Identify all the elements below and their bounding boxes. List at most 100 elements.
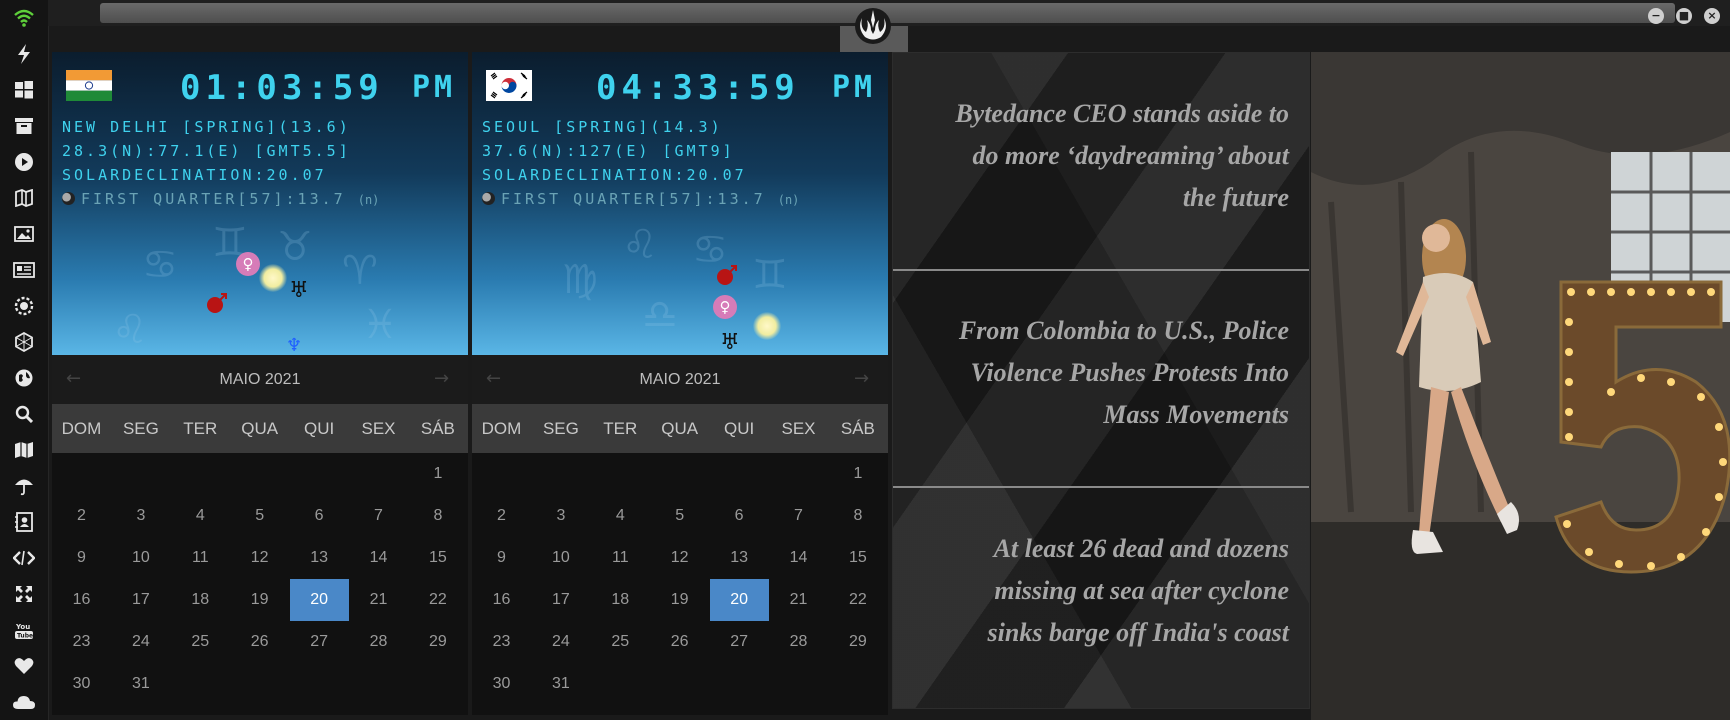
calendar-day[interactable]: 15 <box>828 537 887 579</box>
calendar-day[interactable]: 24 <box>531 621 590 663</box>
calendar-day[interactable]: 11 <box>591 537 650 579</box>
calendar-day[interactable]: 3 <box>111 495 170 537</box>
calendar-day[interactable]: 1 <box>408 453 467 495</box>
calendar-day[interactable]: 23 <box>52 621 111 663</box>
calendar-day[interactable]: 17 <box>531 579 590 621</box>
calendar-day[interactable]: 27 <box>290 621 349 663</box>
umbrella-icon[interactable] <box>0 468 48 504</box>
featured-photo[interactable] <box>1311 52 1730 720</box>
calendar-day[interactable]: 6 <box>290 495 349 537</box>
calendar-day[interactable]: 30 <box>472 663 531 705</box>
next-month-button[interactable]: → <box>434 368 449 389</box>
calendar-day[interactable]: 27 <box>710 621 769 663</box>
next-month-button[interactable]: → <box>854 368 869 389</box>
heart-icon[interactable] <box>0 648 48 684</box>
calendar-day[interactable]: 29 <box>408 621 467 663</box>
calendar-day[interactable]: 13 <box>710 537 769 579</box>
moon-phase-suffix: (n) <box>357 193 380 207</box>
calendar-day[interactable]: 9 <box>52 537 111 579</box>
archive-icon[interactable] <box>0 108 48 144</box>
calendar-day[interactable]: 25 <box>591 621 650 663</box>
calendar-day[interactable]: 5 <box>230 495 289 537</box>
calendar-day[interactable]: 9 <box>472 537 531 579</box>
calendar-day[interactable]: 10 <box>111 537 170 579</box>
calendar-day[interactable]: 14 <box>349 537 408 579</box>
minimize-button[interactable]: − <box>1648 8 1664 24</box>
calendar-day[interactable]: 21 <box>349 579 408 621</box>
calendar-day-selected[interactable]: 20 <box>709 579 769 621</box>
cloud-icon[interactable] <box>0 684 48 720</box>
expand-icon[interactable] <box>0 576 48 612</box>
maximize-button[interactable]: ■ <box>1676 8 1692 24</box>
calendar-day[interactable]: 7 <box>349 495 408 537</box>
hexagon-icon[interactable] <box>0 324 48 360</box>
close-button[interactable]: × <box>1704 8 1720 24</box>
calendar-day[interactable]: 31 <box>531 663 590 705</box>
wifi-icon[interactable] <box>0 0 48 36</box>
calendar-day[interactable]: 21 <box>769 579 828 621</box>
code-icon[interactable] <box>0 540 48 576</box>
calendar-day[interactable]: 22 <box>828 579 887 621</box>
calendar-day[interactable]: 15 <box>408 537 467 579</box>
calendar-day[interactable]: 8 <box>828 495 887 537</box>
calendar-day[interactable]: 19 <box>650 579 709 621</box>
zodiac-libra-icon: ♎ <box>642 292 678 338</box>
calendar-day[interactable]: 12 <box>230 537 289 579</box>
calendar-day[interactable]: 12 <box>650 537 709 579</box>
calendar-day[interactable]: 2 <box>52 495 111 537</box>
neptune-marker: ♆ <box>286 335 303 355</box>
calendar-day[interactable]: 10 <box>531 537 590 579</box>
calendar-day[interactable]: 5 <box>650 495 709 537</box>
news-icon[interactable] <box>0 252 48 288</box>
calendar-day[interactable]: 26 <box>230 621 289 663</box>
calendar-day[interactable]: 4 <box>591 495 650 537</box>
maps-book-icon[interactable] <box>0 180 48 216</box>
moon-phase-icon <box>62 192 75 205</box>
calendar-day[interactable]: 17 <box>111 579 170 621</box>
youtube-icon[interactable]: You Tube <box>0 612 48 648</box>
calendar-day[interactable]: 29 <box>828 621 887 663</box>
calendar-day[interactable]: 4 <box>171 495 230 537</box>
calendar-day[interactable]: 13 <box>290 537 349 579</box>
contacts-icon[interactable] <box>0 504 48 540</box>
calendar-day[interactable]: 16 <box>472 579 531 621</box>
search-icon[interactable] <box>0 396 48 432</box>
calendar-day[interactable]: 18 <box>171 579 230 621</box>
rebel-alliance-icon[interactable] <box>853 6 893 46</box>
news-headline-2[interactable]: From Colombia to U.S., Police Violence P… <box>913 310 1289 436</box>
calendar-day[interactable]: 16 <box>52 579 111 621</box>
settings-gear-icon[interactable] <box>0 288 48 324</box>
calendar-day[interactable]: 22 <box>408 579 467 621</box>
clock-ampm: PM <box>832 70 877 105</box>
windows-icon[interactable] <box>0 72 48 108</box>
map-icon[interactable] <box>0 432 48 468</box>
zodiac-leo-icon: ♌ <box>622 222 658 268</box>
calendar-day[interactable]: 31 <box>111 663 170 705</box>
calendar-day-selected[interactable]: 20 <box>289 579 349 621</box>
calendar-day[interactable]: 7 <box>769 495 828 537</box>
headline-line: missing at sea after cyclone <box>994 576 1289 605</box>
bolt-icon[interactable] <box>0 36 48 72</box>
calendar-day[interactable]: 8 <box>408 495 467 537</box>
calendar-day[interactable]: 24 <box>111 621 170 663</box>
globe-icon[interactable] <box>0 360 48 396</box>
calendar-day[interactable]: 14 <box>769 537 828 579</box>
calendar-day[interactable]: 1 <box>828 453 887 495</box>
calendar-day[interactable]: 2 <box>472 495 531 537</box>
calendar-day[interactable]: 30 <box>52 663 111 705</box>
calendar-day[interactable]: 23 <box>472 621 531 663</box>
news-headline-3[interactable]: At least 26 dead and dozens missing at s… <box>913 528 1289 654</box>
calendar-day[interactable]: 28 <box>349 621 408 663</box>
calendar-day[interactable]: 26 <box>650 621 709 663</box>
calendar-day[interactable]: 11 <box>171 537 230 579</box>
calendar-day[interactable]: 6 <box>710 495 769 537</box>
calendar-day[interactable]: 28 <box>769 621 828 663</box>
image-icon[interactable] <box>0 216 48 252</box>
weekday-label: QUA <box>661 419 699 438</box>
play-icon[interactable] <box>0 144 48 180</box>
calendar-day[interactable]: 19 <box>230 579 289 621</box>
calendar-day[interactable]: 25 <box>171 621 230 663</box>
news-headline-1[interactable]: Bytedance CEO stands aside to do more ‘d… <box>913 93 1289 219</box>
calendar-day[interactable]: 3 <box>531 495 590 537</box>
calendar-day[interactable]: 18 <box>591 579 650 621</box>
